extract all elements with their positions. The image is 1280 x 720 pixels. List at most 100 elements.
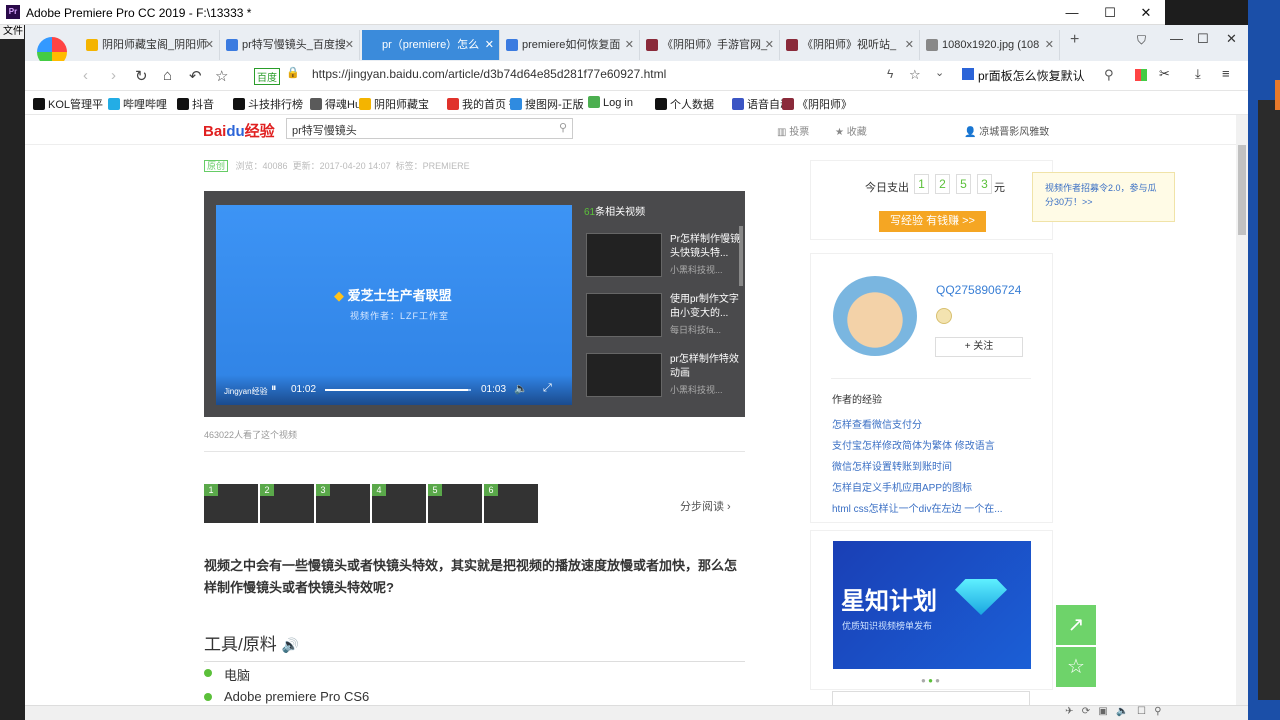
author-exp-link[interactable]: 怎样自定义手机应用APP的图标	[832, 479, 972, 494]
baidu-jingyan-logo[interactable]: Baidu经验	[203, 120, 275, 141]
browser-close-button[interactable]: ✕	[1226, 31, 1237, 47]
author-exp-link[interactable]: 支付宝怎样修改简体为繁体 修改语言	[832, 437, 995, 452]
related-video-item[interactable]: 使用pr制作文字由小变大的... 每日科技fa...	[584, 287, 744, 343]
premiere-menu-file[interactable]: 文件	[0, 25, 24, 39]
related-thumbnail	[586, 293, 662, 337]
avatar[interactable]	[833, 276, 917, 356]
step-read-link[interactable]: 分步阅读 ›	[680, 498, 731, 514]
tool-item: 电脑	[224, 668, 251, 683]
step-thumbnail[interactable]: 1	[204, 484, 258, 523]
step-thumbnail[interactable]: 2	[260, 484, 314, 523]
tab-6[interactable]: 《阴阳师》视听站_ ✕	[782, 30, 920, 60]
tab-close-icon: ✕	[484, 39, 494, 51]
tab-label: 《阴阳师》手游官网_	[662, 39, 768, 51]
vote-nav[interactable]: ▥ 投票	[777, 123, 809, 138]
maximize-button[interactable]: ☐	[1091, 0, 1129, 25]
bookmark-item[interactable]: 阴阳师藏宝	[359, 96, 429, 112]
shirt-icon[interactable]: ⛉	[1137, 33, 1146, 48]
close-button[interactable]: ✕	[1127, 0, 1165, 25]
video-player[interactable]: ◆ 爱芝士生产者联盟 视频作者：LZF工作室 Jingyan经验 ⏸ 01:02…	[216, 205, 572, 405]
page-scrollbar[interactable]	[1236, 115, 1248, 705]
step-thumbnail[interactable]: 4	[372, 484, 426, 523]
forward-icon[interactable]: ›	[111, 67, 116, 84]
site-search-icon: ⚲	[558, 122, 567, 134]
scissors-icon[interactable]: ✂	[1159, 66, 1170, 82]
today-digit: 3	[977, 174, 992, 194]
level-badge-icon	[936, 308, 952, 324]
user-menu[interactable]: 👤 凉城晋影风雅致	[964, 123, 1049, 138]
tab-7[interactable]: 1080x1920.jpg (108 ✕	[922, 30, 1060, 60]
browser-maximize-button[interactable]: ☐	[1197, 31, 1209, 47]
fullscreen-icon[interactable]: ⤢	[543, 382, 552, 395]
bookmark-item[interactable]: 搜图网-正版	[510, 96, 584, 112]
related-video-item[interactable]: Pr怎样制作慢镜头快镜头特... 小黑科技视...	[584, 227, 744, 283]
tab-close-icon: ✕	[1044, 39, 1054, 51]
back-icon[interactable]: ‹	[83, 67, 88, 84]
ad-image[interactable]	[832, 691, 1030, 705]
tab-favicon-icon	[366, 39, 378, 51]
home-icon[interactable]: ⌂	[163, 67, 172, 84]
new-tab-button[interactable]: +	[1070, 31, 1079, 49]
download-icon[interactable]: ⤓	[1195, 66, 1201, 82]
dropdown-chevron-icon[interactable]: ⌄	[935, 66, 944, 79]
bookmark-item[interactable]: Log in	[588, 96, 633, 109]
today-label: 今日支出	[865, 182, 909, 194]
diamond-icon	[955, 579, 1007, 615]
recruit-tooltip[interactable]: 视频作者招募令2.0，参与瓜分30万！>>	[1032, 172, 1175, 222]
webpage: Baidu经验 pr特写慢镜头 ⚲ ▥ 投票 ★ 收藏 👤 凉城晋影风雅致 原创 …	[25, 115, 1236, 705]
bookmark-item[interactable]: 哔哩哔哩	[108, 96, 167, 112]
follow-button[interactable]: + 关注	[935, 337, 1023, 357]
divider	[831, 378, 1031, 379]
bookmark-item[interactable]: 斗技排行榜	[233, 96, 303, 112]
status-icons[interactable]: ✈ ⟳ ▣ 🔈 ☐ ⚲	[1065, 706, 1162, 717]
author-exp-link[interactable]: 怎样查看微信支付分	[832, 416, 922, 431]
author-exp-link[interactable]: html css怎样让一个div在左边 一个在...	[832, 500, 1003, 515]
article-intro: 视频之中会有一些慢镜头或者快镜头特效，其实就是把视频的播放速度放慢或者加快，那么…	[204, 558, 738, 595]
site-search-input[interactable]: pr特写慢镜头 ⚲	[286, 118, 573, 139]
video-section: ◆ 爱芝士生产者联盟 视频作者：LZF工作室 Jingyan经验 ⏸ 01:02…	[204, 191, 745, 417]
step-thumbnail[interactable]: 6	[484, 484, 538, 523]
baidu-search-engine-icon	[962, 68, 974, 80]
write-earn-button[interactable]: 写经验 有钱赚 >>	[879, 211, 986, 232]
related-video-item[interactable]: pr怎样制作特效动画 小黑科技视...	[584, 347, 744, 403]
tab-label: pr特写慢镜头_百度搜	[242, 39, 346, 51]
share-icon[interactable]: ↗	[1056, 605, 1096, 645]
apps-icon[interactable]	[1135, 69, 1147, 81]
collect-nav[interactable]: ★ 收藏	[835, 123, 867, 138]
pause-icon[interactable]: ⏸	[271, 382, 277, 395]
tab-4[interactable]: premiere如何恢复面 ✕	[502, 30, 640, 60]
tab-1[interactable]: 阴阳师藏宝阁_阴阳师 ✕	[82, 30, 220, 60]
collect-star-icon[interactable]: ☆	[1056, 647, 1096, 687]
lightning-icon[interactable]: ϟ	[887, 67, 893, 81]
author-exp-link[interactable]: 微信怎样设置转账到账时间	[832, 458, 952, 473]
tab-close-icon: ✕	[204, 39, 214, 51]
author-name[interactable]: QQ2758906724	[936, 283, 1021, 297]
bookmark-item[interactable]: 《阴阳师》	[782, 96, 852, 112]
side-search-input[interactable]: pr面板怎么恢复默认	[978, 67, 1085, 84]
tab-3[interactable]: pr（premiere）怎么 ✕	[362, 30, 500, 60]
tab-2[interactable]: pr特写慢镜头_百度搜 ✕	[222, 30, 360, 60]
browser-minimize-button[interactable]: —	[1170, 31, 1183, 46]
minimize-button[interactable]: —	[1053, 0, 1091, 25]
volume-icon[interactable]: 🔈	[514, 382, 528, 395]
bookmark-star-icon[interactable]: ☆	[909, 67, 921, 83]
url-field[interactable]: 百度 🔒 https://jingyan.baidu.com/article/d…	[250, 65, 950, 87]
related-thumbnail	[586, 233, 662, 277]
bookmark-item[interactable]: 个人数据	[655, 96, 714, 112]
author-exp-title: 作者的经验	[832, 395, 882, 406]
tab-5[interactable]: 《阴阳师》手游官网_ ✕	[642, 30, 780, 60]
refresh-icon[interactable]: ↻	[135, 67, 148, 85]
favorite-star-icon[interactable]: ☆	[215, 67, 228, 85]
carousel-dots[interactable]: ● ● ●	[921, 676, 940, 685]
menu-icon[interactable]: ≡	[1222, 66, 1230, 81]
bookmark-item[interactable]: KOL管理平	[33, 96, 103, 112]
safe-badge: 百度	[254, 68, 280, 85]
star-plan-banner[interactable]: 星知计划 优质知识视频榜单发布	[833, 541, 1031, 669]
tab-favicon-icon	[226, 39, 238, 51]
undo-icon[interactable]: ↶	[189, 67, 202, 85]
step-thumbnail[interactable]: 3	[316, 484, 370, 523]
bookmark-item[interactable]: 抖音	[177, 96, 214, 112]
step-thumbnail[interactable]: 5	[428, 484, 482, 523]
search-icon[interactable]: ⚲	[1104, 67, 1114, 83]
progress-track[interactable]	[325, 389, 471, 391]
